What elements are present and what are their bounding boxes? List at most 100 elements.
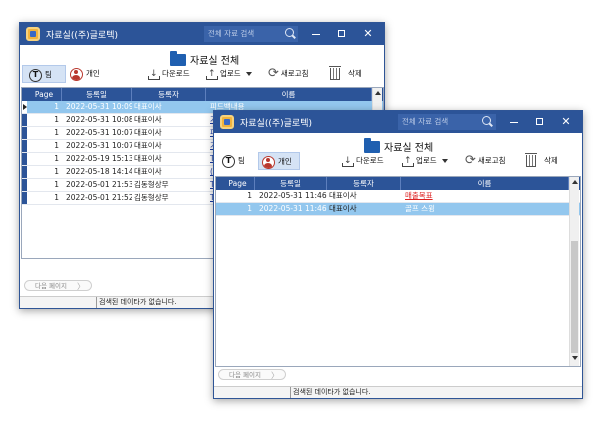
vertical-scrollbar[interactable] (569, 177, 579, 366)
close-icon[interactable]: ✕ (556, 114, 576, 130)
cell-date: 2022-05-01 21:52 (66, 193, 132, 202)
cell-author: 대표이사 (134, 167, 162, 176)
trash-icon (525, 153, 537, 167)
refresh-icon: ⟳ (465, 153, 476, 168)
delete-label: 삭제 (348, 69, 362, 78)
app-logo-icon (220, 115, 234, 129)
cell-date: 2022-05-31 11:46 (259, 191, 327, 200)
chevron-right-icon: 〉 (77, 282, 85, 291)
upload-icon (206, 65, 218, 83)
cell-author: 대표이사 (134, 115, 162, 124)
app-logo-icon (26, 27, 40, 41)
cell-page: 1 (54, 102, 59, 111)
download-button[interactable]: 다운로드 (342, 152, 384, 170)
team-label: 팀 (45, 70, 52, 79)
cell-author: 대표이사 (134, 128, 162, 137)
upload-button[interactable]: 업로드 (206, 65, 252, 83)
personal-label: 개인 (86, 69, 100, 78)
cell-author: 대표이사 (134, 102, 162, 111)
window-title: 자료실((주)글로텍) (240, 119, 313, 129)
team-button[interactable]: T팀 (222, 152, 256, 170)
cell-page: 1 (54, 167, 59, 176)
cell-date: 2022-05-01 21:53 (66, 180, 132, 189)
column-header-name[interactable]: 이름 (401, 177, 569, 190)
status-text: 검색된 데이타가 없습니다. (290, 387, 371, 398)
cell-author: 대표이사 (134, 154, 162, 163)
upload-icon (402, 152, 414, 170)
column-header-page[interactable]: Page (221, 177, 255, 190)
minimize-icon[interactable] (504, 114, 524, 130)
personal-label: 개인 (278, 157, 292, 166)
column-header-author[interactable]: 등록자 (132, 88, 206, 101)
person-icon (262, 155, 275, 169)
cell-author: 김동형상무 (134, 180, 169, 189)
cell-date: 2022-05-31 10:07 (66, 141, 132, 150)
column-header-page[interactable]: Page (27, 88, 62, 101)
scroll-thumb[interactable] (571, 241, 578, 353)
minimize-icon[interactable] (306, 26, 326, 42)
cell-page: 1 (54, 115, 59, 124)
cell-name[interactable]: 골프 스윙 (401, 203, 569, 215)
search-input[interactable]: 전체 자료 검색 (204, 26, 298, 42)
team-label: 팀 (238, 156, 245, 165)
upload-button[interactable]: 업로드 (402, 152, 448, 170)
download-icon (342, 152, 354, 170)
cell-author: 대표이사 (329, 191, 357, 200)
team-icon: T (29, 68, 42, 82)
search-icon[interactable] (285, 28, 294, 37)
maximize-icon[interactable] (530, 114, 550, 130)
cell-page: 1 (54, 141, 59, 150)
table-row[interactable]: 1 2022-05-31 11:46 대표이사 매출목표 (216, 190, 580, 203)
download-icon (148, 65, 160, 83)
archive-window-front: 자료실((주)글로텍) 전체 자료 검색 ✕ 자료실 전체 T팀 개인 다운로드… (213, 110, 583, 399)
next-page-button[interactable]: 다음 페이지 〉 (218, 369, 286, 380)
grid-header: Page 등록일 등록자 이름 (216, 177, 580, 190)
cell-page: 1 (247, 191, 252, 200)
next-page-label: 다음 페이지 (35, 282, 67, 290)
delete-button[interactable]: 삭제 (525, 152, 558, 170)
download-label: 다운로드 (162, 69, 190, 78)
next-page-label: 다음 페이지 (229, 371, 261, 379)
scroll-down-icon[interactable] (571, 354, 578, 362)
refresh-button[interactable]: ⟳ 새로고침 (465, 152, 506, 170)
personal-button[interactable]: 개인 (258, 152, 300, 170)
cell-page: 1 (54, 128, 59, 137)
caret-down-icon[interactable] (245, 72, 252, 76)
cell-date: 2022-05-18 14:14 (66, 167, 132, 176)
person-icon (70, 67, 83, 81)
close-icon[interactable]: ✕ (358, 26, 378, 42)
cell-name[interactable]: 매출목표 (401, 190, 569, 202)
cell-author: 대표이사 (329, 204, 357, 213)
column-header-date[interactable]: 등록일 (255, 177, 327, 190)
chevron-right-icon: 〉 (271, 371, 279, 380)
status-text: 검색된 데이타가 없습니다. (96, 297, 177, 308)
team-button[interactable]: T팀 (22, 65, 66, 83)
title-bar[interactable]: 자료실((주)글로텍) 전체 자료 검색 ✕ (214, 111, 582, 133)
caret-down-icon[interactable] (441, 159, 448, 163)
grid-header: Page 등록일 등록자 이름 (22, 88, 383, 101)
table-row[interactable]: 1 2022-05-31 11:46 대표이사 골프 스윙 (216, 203, 580, 216)
download-label: 다운로드 (356, 156, 384, 165)
trash-icon (329, 66, 341, 80)
download-button[interactable]: 다운로드 (148, 65, 190, 83)
column-header-date[interactable]: 등록일 (62, 88, 132, 101)
refresh-button[interactable]: ⟳ 새로고침 (268, 65, 309, 83)
column-header-author[interactable]: 등록자 (327, 177, 401, 190)
cell-page: 1 (247, 204, 252, 213)
cell-date: 2022-05-31 10:07 (66, 128, 132, 137)
cell-page: 1 (54, 193, 59, 202)
scroll-up-icon[interactable] (571, 178, 578, 186)
next-page-button[interactable]: 다음 페이지 〉 (24, 280, 92, 291)
refresh-label: 새로고침 (280, 69, 309, 78)
maximize-icon[interactable] (332, 26, 352, 42)
title-bar[interactable]: 자료실((주)글로텍) 전체 자료 검색 ✕ (20, 23, 384, 45)
refresh-icon: ⟳ (268, 66, 279, 81)
cell-date: 2022-05-31 10:08 (66, 115, 132, 124)
column-header-name[interactable]: 이름 (206, 88, 372, 101)
search-icon[interactable] (482, 116, 491, 125)
delete-button[interactable]: 삭제 (329, 65, 362, 83)
window-title: 자료실((주)글로텍) (46, 31, 119, 41)
scroll-up-icon[interactable] (374, 89, 381, 97)
upload-label: 업로드 (416, 156, 437, 165)
personal-button[interactable]: 개인 (70, 65, 110, 83)
